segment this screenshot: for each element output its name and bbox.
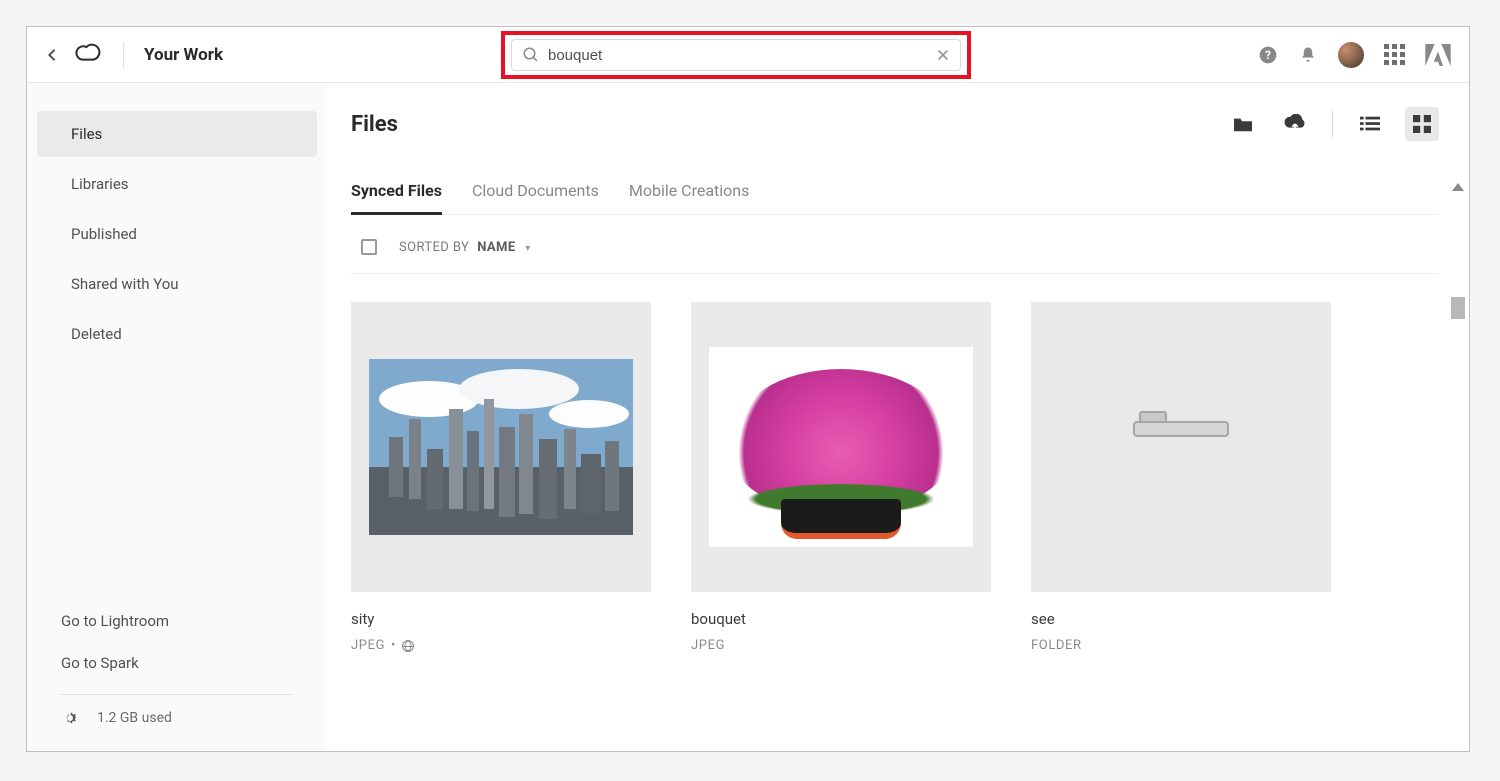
scrollbar[interactable] — [1451, 183, 1465, 745]
meta-separator: • — [391, 638, 396, 653]
file-name: sity — [351, 610, 651, 628]
sidebar-item-files[interactable]: Files — [37, 111, 317, 157]
file-type: FOLDER — [1031, 638, 1082, 653]
scroll-thumb[interactable] — [1451, 297, 1465, 319]
tab-mobile-creations[interactable]: Mobile Creations — [629, 181, 750, 214]
divider — [123, 42, 124, 68]
upload-button[interactable] — [1278, 107, 1312, 141]
adobe-logo — [1425, 44, 1451, 66]
sort-row: Sorted by Name ▾ — [351, 215, 1439, 274]
sort-dropdown[interactable]: Name ▾ — [477, 240, 530, 255]
svg-text:?: ? — [1265, 48, 1271, 62]
file-name: see — [1031, 610, 1331, 628]
search-highlight-box — [501, 31, 971, 79]
clear-search-icon[interactable] — [936, 48, 950, 62]
storage-text: 1.2 GB used — [97, 710, 172, 726]
file-type: JPEG — [691, 638, 725, 653]
new-folder-button[interactable] — [1226, 107, 1260, 141]
storage-row: 1.2 GB used — [61, 709, 293, 727]
file-card[interactable]: sity JPEG • — [351, 302, 651, 653]
globe-icon — [402, 640, 414, 652]
file-card[interactable]: bouquet JPEG — [691, 302, 991, 653]
sidebar-link-lightroom[interactable]: Go to Lightroom — [61, 600, 293, 642]
bouquet-thumbnail-image — [709, 347, 973, 547]
sidebar-item-shared[interactable]: Shared with You — [37, 261, 317, 307]
divider — [1332, 111, 1333, 137]
page-title: Files — [351, 112, 398, 137]
gear-icon[interactable] — [61, 709, 79, 727]
tab-synced-files[interactable]: Synced Files — [351, 181, 442, 214]
creative-cloud-logo — [73, 41, 103, 69]
sort-label: Sorted by — [399, 240, 469, 255]
app-window: Your Work ? Files Libraries Published Sh… — [26, 26, 1470, 752]
bell-icon[interactable] — [1298, 45, 1318, 65]
file-card[interactable]: see FOLDER — [1031, 302, 1331, 653]
city-thumbnail-image — [369, 359, 633, 535]
header: Your Work ? — [27, 27, 1469, 83]
grid-view-button[interactable] — [1405, 107, 1439, 141]
folder-icon — [1133, 411, 1229, 483]
chevron-left-icon — [45, 48, 59, 62]
search-icon — [522, 46, 540, 64]
thumbnail — [351, 302, 651, 592]
search-box[interactable] — [511, 39, 961, 71]
thumbnail — [691, 302, 991, 592]
chevron-down-icon: ▾ — [525, 243, 530, 254]
file-grid: sity JPEG • bouquet — [351, 274, 1439, 653]
file-meta: JPEG — [691, 638, 991, 653]
scroll-up-icon[interactable] — [1452, 183, 1464, 191]
back-button[interactable] — [45, 48, 59, 62]
sidebar-item-published[interactable]: Published — [37, 211, 317, 257]
sidebar-item-libraries[interactable]: Libraries — [37, 161, 317, 207]
file-name: bouquet — [691, 610, 991, 628]
main: Files Synced Files Cloud Documents Mobil… — [327, 83, 1469, 751]
list-view-button[interactable] — [1353, 107, 1387, 141]
sort-value: Name — [477, 240, 515, 255]
thumbnail — [1031, 302, 1331, 592]
apps-grid-icon[interactable] — [1384, 44, 1405, 65]
file-type: JPEG — [351, 638, 385, 653]
help-icon[interactable]: ? — [1258, 45, 1278, 65]
sidebar-item-deleted[interactable]: Deleted — [37, 311, 317, 357]
tab-cloud-documents[interactable]: Cloud Documents — [472, 181, 599, 214]
divider — [61, 694, 293, 695]
file-meta: JPEG • — [351, 638, 651, 653]
search-input[interactable] — [548, 47, 928, 64]
tabs: Synced Files Cloud Documents Mobile Crea… — [351, 181, 1439, 215]
page-brand-title: Your Work — [144, 45, 223, 65]
file-meta: FOLDER — [1031, 638, 1331, 653]
sidebar: Files Libraries Published Shared with Yo… — [27, 83, 327, 751]
sidebar-link-spark[interactable]: Go to Spark — [61, 642, 293, 684]
avatar[interactable] — [1338, 42, 1364, 68]
select-all-checkbox[interactable] — [361, 239, 377, 255]
